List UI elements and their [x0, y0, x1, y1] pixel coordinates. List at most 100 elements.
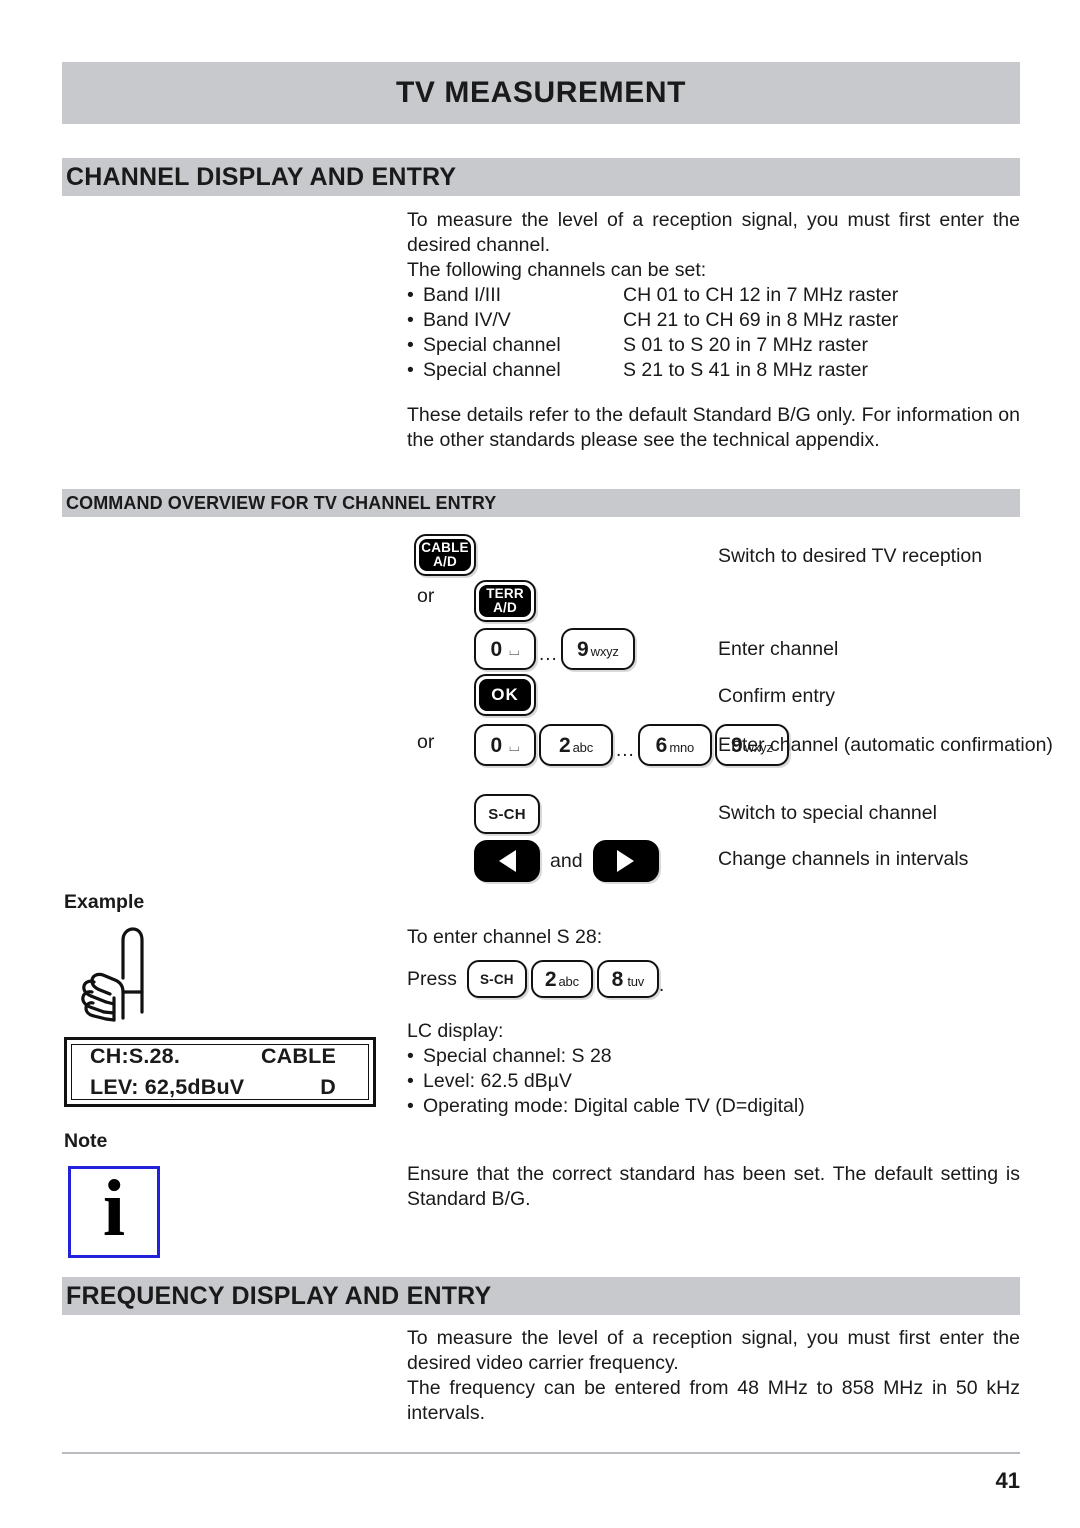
lc-display-panel: CH:S.28. CABLE LEV: 62,5dBuV D [64, 1037, 376, 1107]
press-period: . [658, 973, 665, 996]
key-arrow-left[interactable] [474, 840, 540, 882]
key-digit-2-auto[interactable]: 2 abc [539, 724, 613, 766]
section-heading-channel-display-label: CHANNEL DISPLAY AND ENTRY [66, 162, 457, 191]
key-digit-0-auto-digit: 0 [490, 733, 503, 757]
ellipsis-1: ... [539, 644, 558, 665]
channel-band-name: Band I/III [423, 284, 502, 306]
info-icon-glyph: i [102, 1165, 126, 1254]
arrow-left-icon [498, 850, 516, 872]
key-group-cable: CABLE A/D [414, 534, 476, 576]
key-group-ok: OK [474, 674, 536, 716]
example-intro: To enter channel S 28: [407, 926, 603, 948]
desc-enter-channel: Enter channel [718, 638, 839, 660]
or-label-2: or [417, 731, 435, 753]
page-title: TV MEASUREMENT [395, 76, 687, 109]
bullet-dot: • [407, 334, 414, 356]
key-s-ch[interactable]: S-CH [474, 794, 540, 834]
note-label: Note [64, 1130, 108, 1152]
channel-band-range: S 21 to S 41 in 8 MHz raster [623, 359, 868, 381]
key-digit-6-auto-digit: 6 [655, 733, 668, 757]
desc-confirm-entry: Confirm entry [718, 685, 836, 707]
list-item: • Special channel S 21 to S 41 in 8 MHz … [407, 358, 1020, 383]
key-ok[interactable]: OK [474, 674, 536, 716]
key-terr-ad-line2: A/D [493, 600, 517, 615]
key-digit-9-digit: 9 [576, 637, 589, 661]
ellipsis-2: ... [616, 740, 635, 761]
list-item: • Special channel S 01 to S 20 in 7 MHz … [407, 333, 1020, 358]
key-press-digit-8[interactable]: 8 tuv [596, 960, 659, 998]
section-heading-command-overview-label: COMMAND OVERVIEW FOR TV CHANNEL ENTRY [66, 492, 497, 513]
arrow-right-icon [617, 850, 635, 872]
channel-band-range: CH 21 to CH 69 in 8 MHz raster [623, 309, 899, 331]
key-terr-ad[interactable]: TERR A/D [474, 580, 536, 622]
lc-display-label: LC display: [407, 1020, 504, 1042]
key-group-terr: TERR A/D [414, 580, 536, 622]
key-s-ch-label: S-CH [488, 805, 526, 823]
section-heading-frequency-display-label: FREQUENCY DISPLAY AND ENTRY [66, 1281, 492, 1310]
bullet-dot: • [407, 1070, 414, 1092]
desc-change-intervals: Change channels in intervals [718, 848, 969, 870]
bullet-dot: • [407, 1095, 414, 1117]
key-press-digit-8-digit: 8 [611, 967, 624, 991]
key-digit-6-auto[interactable]: 6 mno [637, 724, 712, 766]
bullet-dot: • [407, 309, 414, 331]
bullet-dot: • [407, 359, 414, 381]
frequency-paragraph-2: The frequency can be entered from 48 MHz… [407, 1377, 1020, 1424]
key-cable-ad[interactable]: CABLE A/D [414, 534, 476, 576]
key-digit-9-letters: wxyz [590, 643, 619, 659]
example-label: Example [64, 891, 145, 913]
key-digit-0[interactable]: 0 ⌴ [474, 628, 536, 670]
list-item: • Band IV/V CH 21 to CH 69 in 8 MHz rast… [407, 308, 1020, 333]
channel-band-name: Special channel [423, 334, 561, 356]
lcd-line-2: LEV: 62,5dBuV D [90, 1072, 354, 1103]
note-text: Ensure that the correct standard has bee… [407, 1163, 1020, 1210]
section-heading-channel-display: CHANNEL DISPLAY AND ENTRY [62, 158, 1020, 196]
section-heading-frequency-display: FREQUENCY DISPLAY AND ENTRY [62, 1277, 1020, 1315]
key-digit-9[interactable]: 9 wxyz [560, 628, 635, 670]
desc-switch-special: Switch to special channel [718, 802, 937, 824]
lcd-line-1: CH:S.28. CABLE [90, 1041, 354, 1072]
key-digit-0-auto[interactable]: 0 ⌴ [474, 724, 536, 766]
key-digit-2-auto-digit: 2 [558, 733, 571, 757]
channel-band-name: Band IV/V [423, 309, 511, 331]
key-group-special-channel: S-CH [474, 794, 540, 834]
channel-band-name: Special channel [423, 359, 561, 381]
key-cable-ad-line1: CABLE [421, 540, 469, 556]
desc-enter-channel-auto: Enter channel (automatic confirmation) [718, 734, 1053, 756]
key-press-digit-2-letters: abc [558, 973, 580, 989]
example-press-row: Press S-CH 2 abc 8 tuv . [407, 960, 664, 998]
key-digit-2-auto-letters: abc [572, 739, 594, 755]
list-item: • Operating mode: Digital cable TV (D=di… [407, 1094, 1020, 1119]
document-page: TV MEASUREMENT CHANNEL DISPLAY AND ENTRY… [62, 0, 1053, 1528]
channel-intro-paragraph-1: To measure the level of a reception sign… [407, 209, 1020, 256]
lcd-channel-value: CH:S.28. [90, 1044, 181, 1068]
bullet-dot: • [407, 284, 414, 306]
list-item: • Special channel: S 28 [407, 1044, 1020, 1069]
list-item: • Level: 62.5 dBµV [407, 1069, 1020, 1094]
key-arrow-right[interactable] [592, 840, 659, 882]
key-cable-ad-line2: A/D [433, 554, 457, 569]
channel-standard-note: These details refer to the default Stand… [407, 404, 1020, 451]
example-results-list: • Special channel: S 28 • Level: 62.5 dB… [407, 1044, 1020, 1119]
key-press-s-ch[interactable]: S-CH [466, 960, 527, 998]
result-text: Special channel: S 28 [423, 1045, 612, 1067]
page-number: 41 [995, 1468, 1020, 1493]
channel-intro-paragraph-2: The following channels can be set: [407, 259, 707, 281]
key-group-arrows: and [474, 840, 659, 882]
key-group-enter-channel: 0 ⌴ ... 9 wxyz [474, 628, 635, 670]
channel-band-range: S 01 to S 20 in 7 MHz raster [623, 334, 868, 356]
pointing-hand-icon [81, 927, 144, 1022]
lcd-source-value: CABLE [260, 1044, 336, 1068]
key-digit-6-auto-letters: mno [669, 739, 695, 755]
bullet-dot: • [407, 1045, 414, 1067]
info-icon: i [68, 1166, 160, 1258]
key-press-s-ch-label: S-CH [479, 971, 514, 987]
channel-band-range: CH 01 to CH 12 in 7 MHz raster [623, 284, 899, 306]
result-text: Operating mode: Digital cable TV (D=digi… [423, 1095, 805, 1117]
key-press-digit-8-letters: tuv [627, 973, 645, 989]
list-item: • Band I/III CH 01 to CH 12 in 7 MHz ras… [407, 283, 1020, 308]
result-text: Level: 62.5 dBµV [423, 1070, 572, 1092]
key-press-digit-2[interactable]: 2 abc [530, 960, 593, 998]
lcd-mode-value: D [320, 1075, 336, 1099]
key-ok-label: OK [491, 685, 519, 705]
